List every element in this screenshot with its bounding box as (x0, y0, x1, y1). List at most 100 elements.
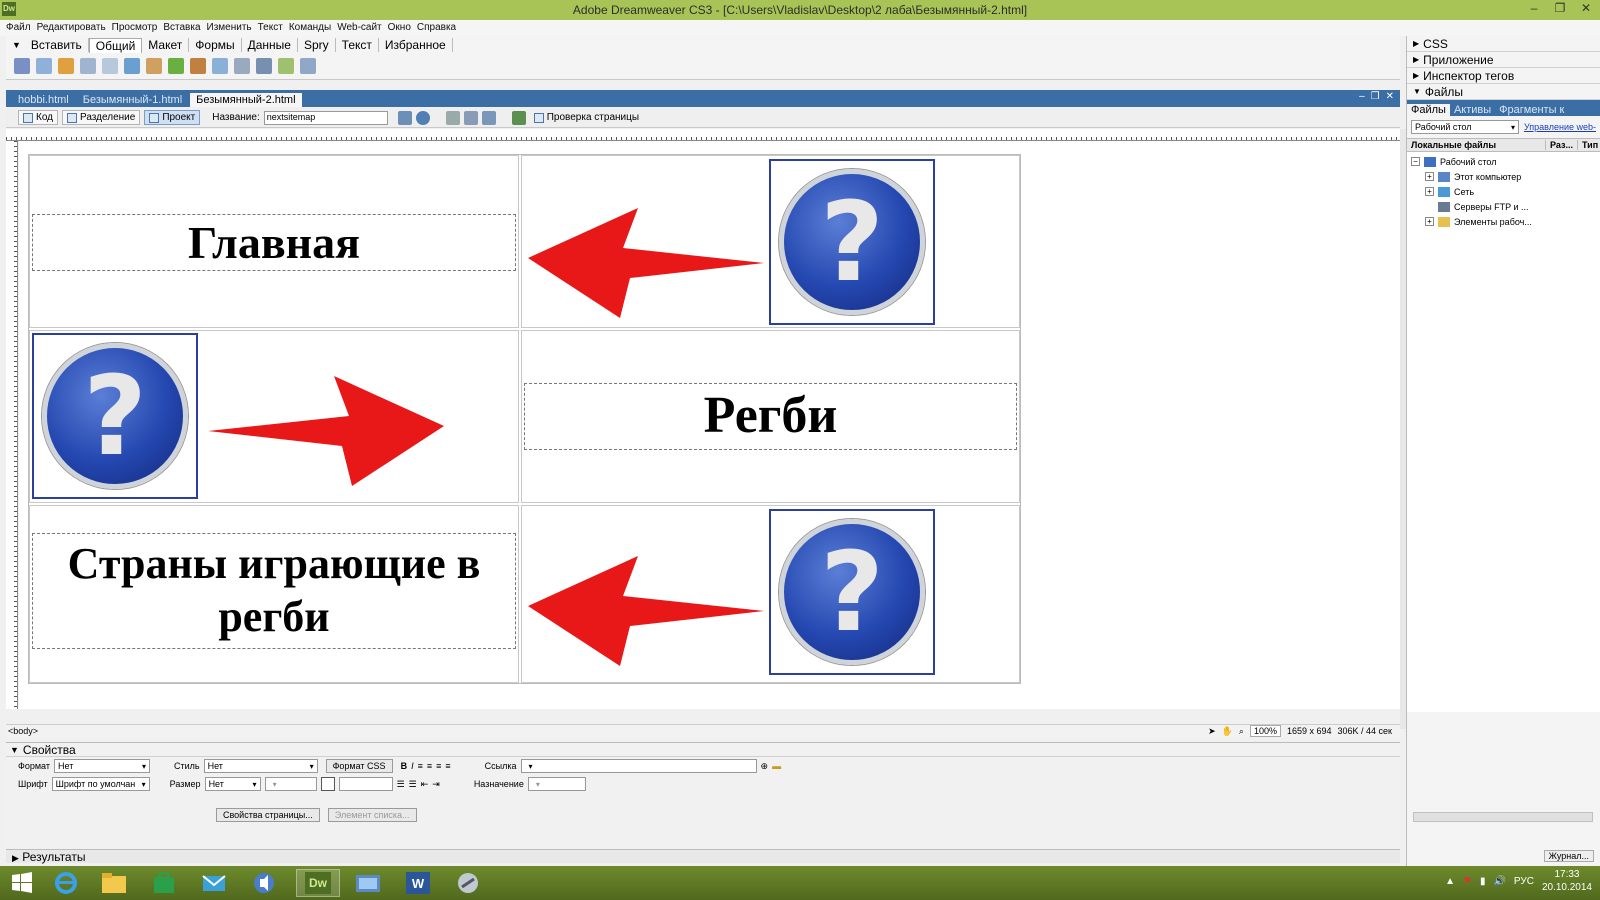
email-link-icon[interactable] (36, 58, 52, 74)
check-page-button[interactable]: Проверка страницы (530, 111, 643, 124)
title-input[interactable]: nextsitemap (263, 110, 388, 125)
tree-item-computer[interactable]: + Этот компьютер (1407, 169, 1600, 184)
script-icon[interactable] (256, 58, 272, 74)
server-include-icon[interactable] (190, 58, 206, 74)
validate-markup-icon[interactable] (511, 110, 526, 125)
minimize-button[interactable]: – (1526, 1, 1542, 15)
doc-minimize-icon[interactable]: – (1359, 91, 1365, 102)
tab-files[interactable]: Файлы (1407, 104, 1450, 116)
expand-tree-icon[interactable]: + (1425, 217, 1434, 226)
cell-r3-c1[interactable]: Страны играющие в регби (29, 505, 519, 683)
heading-glavnaya[interactable]: Главная (32, 214, 516, 271)
hyperlink-icon[interactable] (14, 58, 30, 74)
tab-spry[interactable]: Spry (298, 38, 336, 52)
file-management-icon[interactable] (397, 110, 412, 125)
italic-button[interactable]: I (411, 761, 414, 771)
templates-icon[interactable] (278, 58, 294, 74)
tree-item-ftp[interactable]: Серверы FTP и ... (1407, 199, 1600, 214)
tab-text[interactable]: Текст (336, 38, 379, 52)
manage-sites-link[interactable]: Управление web- (1524, 122, 1596, 132)
expand-tree-icon[interactable]: + (1425, 172, 1434, 181)
tree-item-desktop[interactable]: − Рабочий стол (1407, 154, 1600, 169)
menu-insert[interactable]: Вставка (163, 20, 206, 36)
cell-r1-c1[interactable]: Главная (29, 155, 519, 328)
language-indicator[interactable]: РУС (1514, 876, 1534, 887)
files-hscrollbar[interactable] (1413, 812, 1593, 822)
align-right-icon[interactable]: ≡ (436, 761, 441, 771)
tree-item-network[interactable]: + Сеть (1407, 184, 1600, 199)
tab-common[interactable]: Общий (88, 37, 143, 53)
tray-arrow-icon[interactable]: ▲ (1445, 876, 1455, 887)
select-tool-icon[interactable]: ➤ (1208, 726, 1216, 737)
heading-countries[interactable]: Страны играющие в регби (32, 533, 516, 649)
window-size[interactable]: 1659 x 694 (1287, 726, 1332, 736)
taskbar-media[interactable] (242, 869, 286, 897)
font-select[interactable]: Шрифт по умолчан (51, 777, 150, 791)
head-icon[interactable] (234, 58, 250, 74)
menu-view[interactable]: Просмотр (112, 20, 164, 36)
date-icon[interactable] (168, 58, 184, 74)
browse-folder-icon[interactable]: ▬ (772, 761, 781, 771)
panel-files[interactable]: ▼ Файлы (1407, 84, 1600, 100)
comment-icon[interactable] (212, 58, 228, 74)
align-left-icon[interactable]: ≡ (418, 761, 423, 771)
menu-commands[interactable]: Команды (289, 20, 337, 36)
style-select[interactable]: Нет (203, 759, 318, 773)
results-panel[interactable]: ▶ Результаты (6, 849, 1400, 864)
link-input[interactable] (520, 759, 757, 773)
collapse-triangle-icon[interactable]: ▼ (12, 40, 21, 50)
media-icon[interactable] (146, 58, 162, 74)
design-view-button[interactable]: Проект (144, 110, 201, 125)
taskbar-mail[interactable] (192, 869, 236, 897)
ordered-list-icon[interactable]: ☰ (409, 779, 417, 790)
tab-untitled-1[interactable]: Безымянный-1.html (77, 93, 188, 107)
cell-r3-c2[interactable]: ? (521, 505, 1020, 683)
panel-tag-inspector[interactable]: ▶ Инспектор тегов (1407, 68, 1600, 84)
help-image-2[interactable]: ? (32, 333, 198, 499)
bold-button[interactable]: B (401, 761, 408, 771)
preview-browser-icon[interactable] (415, 110, 430, 125)
tab-snippets[interactable]: Фрагменты к (1495, 104, 1568, 116)
hand-tool-icon[interactable]: ✋ (1222, 726, 1233, 737)
network-tray-icon[interactable]: ▮ (1480, 876, 1486, 887)
taskbar-ie[interactable] (44, 869, 88, 897)
taskbar-app[interactable] (446, 869, 490, 897)
panel-css[interactable]: ▶ CSS (1407, 36, 1600, 52)
collapse-tree-icon[interactable]: − (1411, 157, 1420, 166)
doc-close-icon[interactable]: ✕ (1386, 91, 1394, 102)
tab-forms[interactable]: Формы (189, 38, 242, 52)
align-justify-icon[interactable]: ≡ (445, 761, 450, 771)
code-view-button[interactable]: Код (18, 110, 59, 125)
action-center-icon[interactable]: ⚑ (1463, 876, 1472, 887)
css-format-button[interactable]: Формат CSS (325, 759, 393, 773)
menu-window[interactable]: Окно (388, 20, 417, 36)
panel-application[interactable]: ▶ Приложение (1407, 52, 1600, 68)
tab-assets[interactable]: Активы (1450, 104, 1495, 116)
taskbar-photos[interactable] (346, 869, 390, 897)
view-options-icon[interactable] (463, 110, 478, 125)
visual-aids-icon[interactable] (481, 110, 496, 125)
indent-icon[interactable]: ⇥ (432, 779, 440, 790)
heading-regbi[interactable]: Регби (524, 383, 1017, 450)
tab-favorites[interactable]: Избранное (379, 38, 453, 52)
clock[interactable]: 17:33 20.10.2014 (1542, 868, 1592, 894)
close-button[interactable]: ✕ (1578, 1, 1594, 15)
site-select[interactable]: Рабочий стол (1411, 120, 1519, 134)
expand-tree-icon[interactable]: + (1425, 187, 1434, 196)
anchor-icon[interactable] (58, 58, 74, 74)
tag-chooser-icon[interactable] (300, 58, 316, 74)
refresh-icon[interactable] (445, 110, 460, 125)
taskbar-word[interactable]: W (396, 869, 440, 897)
menu-edit[interactable]: Редактировать (37, 20, 112, 36)
help-image-1[interactable]: ? (769, 159, 935, 325)
split-view-button[interactable]: Разделение (62, 110, 141, 125)
tab-untitled-2[interactable]: Безымянный-2.html (190, 93, 302, 107)
layout-table[interactable]: Главная ? ? Регби Страны играющие в регб… (28, 154, 1021, 684)
menu-site[interactable]: Web-сайт (337, 20, 387, 36)
zoom-tool-icon[interactable]: ⌕ (1239, 726, 1244, 737)
journal-button[interactable]: Журнал... (1543, 850, 1594, 862)
cell-r2-c2[interactable]: Регби (521, 330, 1020, 503)
tab-data[interactable]: Данные (242, 38, 298, 52)
volume-icon[interactable]: 🔊 (1493, 876, 1505, 887)
taskbar-explorer[interactable] (92, 869, 136, 897)
